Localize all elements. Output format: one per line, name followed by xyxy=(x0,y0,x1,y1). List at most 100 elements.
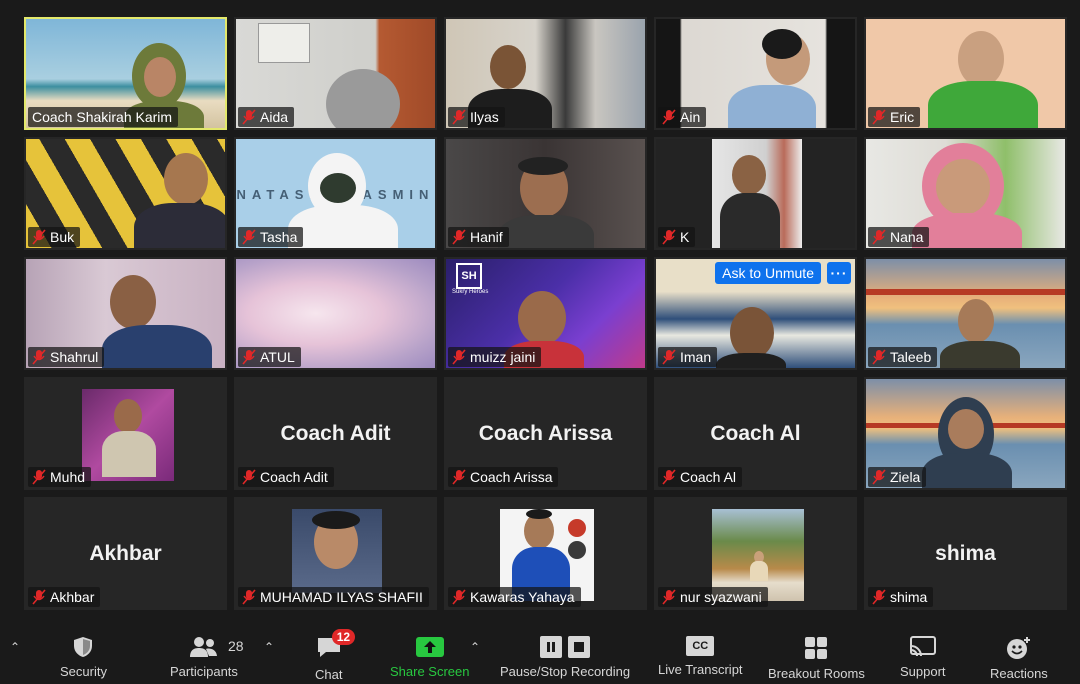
share-screen-label: Share Screen xyxy=(390,664,470,679)
participant-name-label: nur syazwani xyxy=(658,587,768,607)
muted-mic-icon xyxy=(872,469,886,485)
video-tile[interactable]: NATASHA YASMIN Tasha xyxy=(234,137,437,250)
participant-name-label: Coach Adit xyxy=(238,467,334,487)
chat-label: Chat xyxy=(315,667,343,682)
video-tile[interactable]: K xyxy=(654,137,857,250)
video-tile[interactable]: Ilyas xyxy=(444,17,647,130)
participant-name-label: Coach Shakirah Karim xyxy=(28,107,179,127)
chat-unread-badge: 12 xyxy=(331,629,356,645)
video-tile[interactable]: Ask to Unmute ··· Iman xyxy=(654,257,857,370)
share-screen-button[interactable]: Share Screen xyxy=(390,636,470,679)
recording-label: Pause/Stop Recording xyxy=(500,664,631,679)
muted-mic-icon xyxy=(452,109,466,125)
muted-mic-icon xyxy=(872,229,886,245)
participant-name-label: Ilyas xyxy=(448,107,505,127)
participant-name-label: Eric xyxy=(868,107,921,127)
participant-name-label: Aida xyxy=(238,107,295,127)
video-tile[interactable]: nur syazwani xyxy=(654,497,857,610)
participant-name-label: Taleeb xyxy=(868,347,938,367)
more-options-button[interactable]: ··· xyxy=(827,262,851,284)
muted-mic-icon xyxy=(242,349,256,365)
video-tile[interactable]: Muhd xyxy=(24,377,227,490)
ask-to-unmute-button[interactable]: Ask to Unmute xyxy=(715,262,821,284)
video-tile[interactable]: Eric xyxy=(864,17,1067,130)
muted-mic-icon xyxy=(452,349,466,365)
video-tile[interactable]: Ain xyxy=(654,17,857,130)
participant-name-label: Ziela xyxy=(868,467,927,487)
participant-name-label: Hanif xyxy=(448,227,509,247)
participant-name-label: Tasha xyxy=(238,227,304,247)
muted-mic-icon xyxy=(32,469,46,485)
participant-name-label: Nana xyxy=(868,227,930,247)
live-transcript-button[interactable]: CC Live Transcript xyxy=(658,636,743,677)
muted-mic-icon xyxy=(242,229,256,245)
live-transcript-label: Live Transcript xyxy=(658,662,743,677)
virtual-background-logo-caption: Sukry Heroes xyxy=(452,289,489,295)
participant-name-label: Iman xyxy=(658,347,718,367)
pause-icon xyxy=(540,636,563,658)
reactions-label: Reactions xyxy=(990,666,1048,681)
muted-mic-icon xyxy=(242,589,256,605)
video-tile[interactable]: Ziela xyxy=(864,377,1067,490)
video-tile[interactable]: MUHAMAD ILYAS SHAFII xyxy=(234,497,437,610)
people-icon xyxy=(189,637,217,657)
support-label: Support xyxy=(900,664,946,679)
video-tile[interactable]: Coach Shakirah Karim xyxy=(24,17,227,130)
video-tile[interactable]: Akhbar Akhbar xyxy=(24,497,227,610)
participant-name-label: Buk xyxy=(28,227,81,247)
breakout-rooms-button[interactable]: Breakout Rooms xyxy=(768,636,865,681)
video-tile[interactable]: Hanif xyxy=(444,137,647,250)
video-tile[interactable]: Shahrul xyxy=(24,257,227,370)
muted-mic-icon xyxy=(452,469,466,485)
meeting-toolbar: ⌃ Security 28 Participants ⌃ 12 Chat Sha… xyxy=(0,628,1080,684)
muted-mic-icon xyxy=(662,589,676,605)
participant-name-label: Muhd xyxy=(28,467,92,487)
muted-mic-icon xyxy=(242,109,256,125)
muted-mic-icon xyxy=(662,109,676,125)
muted-mic-icon xyxy=(452,589,466,605)
muted-mic-icon xyxy=(242,469,256,485)
video-tile[interactable]: Taleeb xyxy=(864,257,1067,370)
participant-name-label: Ain xyxy=(658,107,707,127)
video-tile[interactable]: Coach Al Coach Al xyxy=(654,377,857,490)
virtual-background-logo: SH xyxy=(456,263,482,289)
reactions-button[interactable]: Reactions xyxy=(990,636,1048,681)
participant-name-label: shima xyxy=(868,587,934,607)
muted-mic-icon xyxy=(872,589,886,605)
breakout-grid-icon xyxy=(805,637,828,659)
video-tile[interactable]: Nana xyxy=(864,137,1067,250)
chat-button[interactable]: 12 Chat xyxy=(315,629,356,682)
support-button[interactable]: Support xyxy=(900,636,946,679)
video-tile[interactable]: Aida xyxy=(234,17,437,130)
video-tile[interactable]: shima shima xyxy=(864,497,1067,610)
participant-name-label: Coach Al xyxy=(658,467,743,487)
video-tile[interactable]: SH Sukry Heroes muizz jaini xyxy=(444,257,647,370)
muted-mic-icon xyxy=(32,349,46,365)
video-tile[interactable]: Coach Arissa Coach Arissa xyxy=(444,377,647,490)
video-tile[interactable]: ATUL xyxy=(234,257,437,370)
muted-mic-icon xyxy=(662,229,676,245)
breakout-rooms-label: Breakout Rooms xyxy=(768,666,865,681)
muted-mic-icon xyxy=(32,589,46,605)
video-tile[interactable]: Coach Adit Coach Adit xyxy=(234,377,437,490)
participant-name-label: Coach Arissa xyxy=(448,467,559,487)
caret-up-icon[interactable]: ⌃ xyxy=(264,640,274,654)
participant-name-label: K xyxy=(658,227,696,247)
participant-name-label: muizz jaini xyxy=(448,347,542,367)
participant-name-label: Akhbar xyxy=(28,587,101,607)
muted-mic-icon xyxy=(872,109,886,125)
muted-mic-icon xyxy=(872,349,886,365)
muted-mic-icon xyxy=(662,349,676,365)
emoji-reaction-icon xyxy=(1006,637,1030,659)
participants-label: Participants xyxy=(170,664,238,679)
recording-button[interactable]: Pause/Stop Recording xyxy=(500,636,630,679)
video-tile[interactable]: Kawaras Yahaya xyxy=(444,497,647,610)
participants-count: 28 xyxy=(228,638,244,654)
muted-mic-icon xyxy=(32,229,46,245)
security-button[interactable]: Security xyxy=(60,636,107,679)
caret-up-icon[interactable]: ⌃ xyxy=(470,640,480,654)
participants-button[interactable]: 28 Participants xyxy=(170,636,244,679)
caret-up-icon[interactable]: ⌃ xyxy=(10,640,20,654)
video-tile[interactable]: Buk xyxy=(24,137,227,250)
stop-icon xyxy=(568,636,591,658)
